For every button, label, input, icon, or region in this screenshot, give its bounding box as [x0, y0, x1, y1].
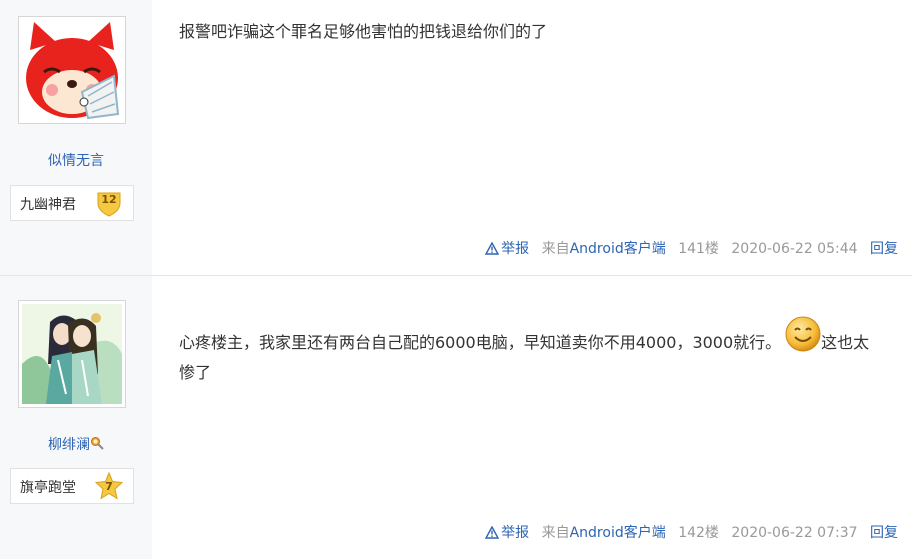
- username-text: 柳绯澜: [48, 437, 90, 453]
- client-link[interactable]: Android客户端: [570, 241, 666, 257]
- reply-link[interactable]: 回复: [870, 525, 898, 541]
- floor-number: 142楼: [678, 525, 719, 541]
- post-time: 2020-06-22 07:37: [731, 525, 858, 541]
- client-source: 来自Android客户端: [542, 525, 666, 541]
- report-link[interactable]: 举报: [484, 525, 533, 541]
- post-text: 心疼楼主，我家里还有两台自己配的6000电脑，早知道卖你不用4000，3000就…: [179, 333, 782, 352]
- avatar[interactable]: [18, 300, 126, 408]
- author-sidebar: 柳绯澜 旗亭跑堂 7: [0, 276, 152, 559]
- post-142: 柳绯澜 旗亭跑堂 7 心疼楼主，我家里还有两台自己配的6000电脑，早知道卖你不…: [0, 276, 912, 559]
- level-name: 九幽神君: [20, 197, 76, 213]
- level-number: 7: [105, 480, 113, 493]
- smiley-face-icon: [785, 316, 821, 352]
- username-link[interactable]: 柳绯澜: [0, 434, 152, 454]
- level-badge[interactable]: 旗亭跑堂 7: [10, 468, 134, 504]
- fox-cartoon-avatar-icon: [22, 20, 122, 120]
- post-content: 报警吧诈骗这个罪名足够他害怕的把钱退给你们的了: [179, 17, 884, 47]
- avatar[interactable]: [18, 16, 126, 124]
- level-shield-icon: 12: [95, 189, 123, 217]
- username-link[interactable]: 似情无言: [0, 150, 152, 170]
- author-sidebar: 似情无言 九幽神君 12: [0, 0, 152, 275]
- post-141: 似情无言 九幽神君 12 报警吧诈骗这个罪名足够他害怕的把钱退给你们的了 举报 …: [0, 0, 912, 275]
- post-time: 2020-06-22 05:44: [731, 241, 858, 257]
- post-content: 心疼楼主，我家里还有两台自己配的6000电脑，早知道卖你不用4000，3000就…: [179, 316, 884, 388]
- warning-triangle-icon: [484, 525, 500, 539]
- floor-number: 141楼: [678, 241, 719, 257]
- client-prefix: 来自: [541, 241, 570, 257]
- client-prefix: 来自: [541, 525, 570, 541]
- magnifier-medal-icon: [91, 437, 104, 450]
- anime-couple-avatar-icon: [22, 304, 122, 404]
- client-source: 来自Android客户端: [542, 241, 666, 257]
- level-name: 旗亭跑堂: [20, 480, 76, 496]
- report-label: 举报: [501, 525, 530, 541]
- level-badge[interactable]: 九幽神君 12: [10, 185, 134, 221]
- client-link[interactable]: Android客户端: [570, 525, 666, 541]
- post-tail: 举报 来自Android客户端 141楼 2020-06-22 05:44 回复: [477, 238, 898, 258]
- reply-link[interactable]: 回复: [870, 241, 898, 257]
- post-tail: 举报 来自Android客户端 142楼 2020-06-22 07:37 回复: [477, 522, 898, 542]
- level-star-icon: 7: [94, 471, 124, 500]
- report-link[interactable]: 举报: [484, 241, 533, 257]
- post-text: 报警吧诈骗这个罪名足够他害怕的把钱退给你们的了: [179, 22, 548, 41]
- report-label: 举报: [501, 241, 530, 257]
- warning-triangle-icon: [484, 241, 500, 255]
- level-number: 12: [101, 193, 117, 206]
